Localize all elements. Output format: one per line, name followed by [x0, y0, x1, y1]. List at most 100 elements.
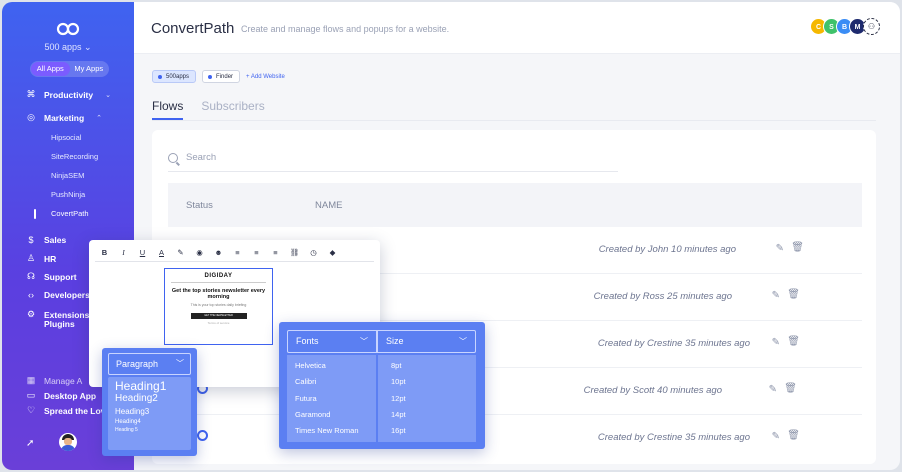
table-row[interactable]: Created by Crestine 35 minutes ago ✎ 🗑 — [168, 415, 862, 462]
search-input[interactable]: Search — [168, 144, 618, 172]
rocket-icon[interactable]: ➚ — [26, 438, 34, 449]
align-left-icon[interactable]: ≡ — [228, 248, 247, 257]
page-subtitle: Create and manage flows and popups for a… — [241, 24, 450, 34]
created-by: Created by Ross 25 minutes ago — [593, 291, 732, 302]
edit-icon[interactable]: ✎ — [772, 290, 780, 301]
option-size[interactable]: 14pt — [391, 407, 476, 423]
sub-siterecording[interactable]: SiteRecording — [51, 152, 98, 161]
bold-button[interactable]: B — [95, 248, 114, 257]
all-apps-tab[interactable]: All Apps — [31, 62, 70, 76]
nav-marketing[interactable]: ◎ Marketing ⌃ — [26, 112, 102, 123]
my-apps-tab[interactable]: My Apps — [70, 62, 109, 76]
clock-icon[interactable]: ◷ — [304, 248, 323, 257]
fonts-select[interactable]: Fonts ﹀ — [287, 330, 377, 353]
newsletter-sub: This is your top stories daily briefing — [190, 302, 247, 307]
status-toggle[interactable] — [197, 430, 208, 441]
sub-pushninja[interactable]: PushNinja — [51, 190, 85, 199]
eye-icon[interactable]: ◉ — [190, 248, 209, 257]
trash-icon[interactable]: 🗑 — [791, 242, 804, 253]
column-name: NAME — [315, 199, 343, 211]
chip-500apps[interactable]: 500apps — [152, 70, 197, 83]
chevron-up-icon: ⌃ — [96, 114, 103, 122]
italic-button[interactable]: I — [114, 248, 133, 257]
edit-icon[interactable]: ✎ — [776, 243, 784, 254]
add-website-link[interactable]: + Add Website — [246, 74, 285, 80]
underline-button[interactable]: U — [133, 248, 152, 257]
option-size[interactable]: 10pt — [391, 374, 476, 390]
sub-convertpath[interactable]: CovertPath — [51, 209, 89, 218]
edit-icon[interactable]: ✎ — [769, 384, 777, 395]
text-color-button[interactable]: A — [152, 248, 171, 257]
collaborator-avatars: C S B M ⚇ — [810, 18, 880, 35]
add-user-icon[interactable]: ⚇ — [863, 18, 880, 35]
nav-plugins[interactable]: Plugins — [44, 319, 75, 329]
header: ConvertPath Create and manage flows and … — [134, 2, 900, 54]
nav-sales[interactable]: $ Sales — [26, 235, 66, 245]
app-window: 500 apps ⌄ All Apps My Apps ⌘ Productivit… — [2, 2, 900, 470]
created-by: Created by Crestine 35 minutes ago — [597, 338, 750, 349]
option-size[interactable]: 12pt — [391, 391, 476, 407]
code-icon: ‹› — [28, 290, 34, 300]
newsletter-button[interactable]: GET THE NEWSLETTER — [190, 312, 247, 319]
nav-support[interactable]: ☊ Support — [26, 271, 77, 282]
trash-icon[interactable]: 🗑 — [787, 336, 800, 347]
option-font[interactable]: Times New Roman — [295, 423, 376, 439]
heart-icon: ♡ — [26, 405, 36, 415]
option-heading2[interactable]: Heading2 — [115, 393, 184, 405]
font-options: Helvetica Calibri Futura Garamond Times … — [287, 355, 376, 442]
chevron-down-icon: ﹀ — [459, 337, 467, 346]
grid-icon: ▦ — [26, 375, 36, 385]
tab-flows[interactable]: Flows — [152, 99, 184, 120]
option-heading3[interactable]: Heading3 — [115, 407, 184, 417]
newsletter-preview[interactable]: DIGIDAY Get the top stories newsletter e… — [164, 268, 273, 345]
option-heading1[interactable]: Heading1 — [115, 379, 184, 393]
person-icon: ♙ — [26, 253, 36, 263]
option-heading4[interactable]: Heading4 — [115, 419, 184, 426]
user-avatar[interactable] — [59, 433, 77, 451]
align-center-icon[interactable]: ≡ — [247, 248, 266, 257]
option-size[interactable]: 8pt — [391, 358, 476, 374]
chip-finder[interactable]: Finder — [202, 70, 241, 83]
option-font[interactable]: Futura — [295, 391, 376, 407]
edit-icon[interactable]: ✎ — [772, 337, 780, 348]
editor-toolbar: B I U A ✎ ◉ ☻ ≡ ≡ ≡ ⛓ ◷ ◆ — [95, 244, 374, 260]
option-heading5[interactable]: Heading 5 — [115, 427, 184, 433]
option-font[interactable]: Garamond — [295, 407, 376, 423]
fill-icon[interactable]: ◆ — [323, 248, 342, 257]
nav-spread-love[interactable]: ♡ Spread the Lov — [26, 405, 105, 416]
headset-icon: ☊ — [27, 271, 35, 281]
emoji-icon[interactable]: ☻ — [209, 248, 228, 257]
option-font[interactable]: Helvetica — [295, 358, 376, 374]
apps-count-dropdown[interactable]: 500 apps ⌄ — [2, 42, 134, 53]
divider — [171, 282, 266, 283]
nav-hr[interactable]: ♙ HR — [26, 253, 56, 264]
paragraph-select[interactable]: Paragraph ﹀ — [108, 353, 191, 375]
newsletter-foot: Terms of service — [207, 320, 230, 325]
option-size[interactable]: 16pt — [391, 423, 476, 439]
sub-ninjasem[interactable]: NinjaSEM — [51, 171, 84, 180]
gear-icon: ⚙ — [26, 309, 36, 319]
trash-icon[interactable]: 🗑 — [787, 430, 800, 441]
nav-productivity[interactable]: ⌘ Productivity ⌄ — [26, 89, 112, 100]
trash-icon[interactable]: 🗑 — [787, 289, 800, 300]
newsletter-heading: Get the top stories newsletter every mor… — [171, 287, 266, 301]
dollar-icon: $ — [28, 235, 34, 245]
nav-manage-apps[interactable]: ▦ Manage A — [26, 375, 83, 386]
trash-icon[interactable]: 🗑 — [784, 383, 797, 394]
column-status: Status — [186, 199, 213, 211]
edit-icon[interactable]: ✎ — [772, 431, 780, 442]
created-by: Created by Scott 40 minutes ago — [583, 385, 722, 396]
table-header: Status NAME — [168, 183, 862, 227]
size-select[interactable]: Size ﹀ — [377, 330, 476, 353]
sub-hipsocial[interactable]: Hipsocial — [51, 133, 81, 142]
link-icon[interactable]: ⛓ — [285, 248, 304, 257]
highlight-icon[interactable]: ✎ — [171, 248, 190, 257]
tab-subscribers[interactable]: Subscribers — [201, 99, 264, 120]
nav-developers[interactable]: ‹› Developers — [26, 290, 90, 300]
monitor-icon: ▭ — [26, 390, 36, 400]
option-font[interactable]: Calibri — [295, 374, 376, 390]
paragraph-options: Heading1 Heading2 Heading3 Heading4 Head… — [108, 377, 191, 450]
nav-desktop-app[interactable]: ▭ Desktop App — [26, 390, 96, 401]
chevron-down-icon: ﹀ — [360, 337, 368, 346]
align-justify-icon[interactable]: ≡ — [266, 248, 285, 257]
